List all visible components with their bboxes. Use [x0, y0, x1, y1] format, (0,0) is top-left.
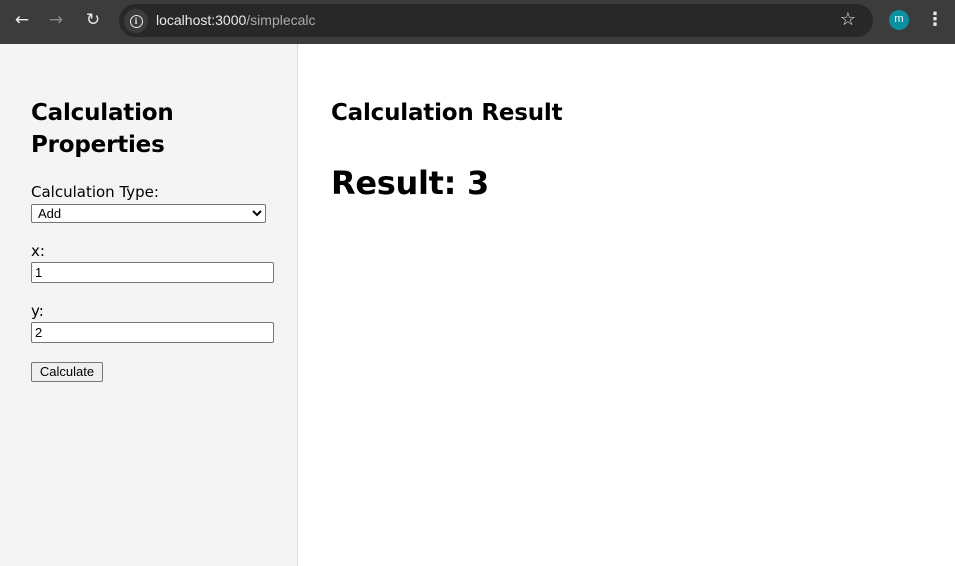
bookmark-star-icon[interactable]: ☆ — [837, 9, 859, 31]
url-path: /simplecalc — [246, 12, 316, 28]
reload-icon[interactable]: ↻ — [79, 8, 107, 32]
calc-type-select[interactable]: Add — [31, 204, 266, 223]
calculation-result-panel: Calculation Result Result: 3 — [299, 44, 955, 566]
y-input[interactable] — [31, 322, 274, 343]
y-label: y: — [31, 302, 44, 320]
result-heading: Calculation Result — [331, 100, 563, 126]
x-input[interactable] — [31, 262, 274, 283]
profile-avatar[interactable]: m — [889, 10, 909, 30]
calculate-button[interactable]: Calculate — [31, 362, 103, 382]
calc-type-label: Calculation Type: — [31, 183, 159, 201]
address-bar[interactable]: i localhost:3000/simplecalc ☆ — [119, 4, 873, 37]
browser-toolbar: ← → ↻ i localhost:3000/simplecalc ☆ m ⋮ — [0, 0, 955, 44]
page-content: Calculation Properties Calculation Type:… — [0, 44, 955, 566]
kebab-menu-icon[interactable]: ⋮ — [926, 10, 944, 32]
url-host: localhost:3000 — [156, 12, 247, 28]
forward-arrow-icon[interactable]: → — [42, 8, 70, 32]
site-info-button[interactable]: i — [124, 9, 148, 33]
sidebar-title: Calculation Properties — [31, 100, 174, 158]
back-arrow-icon[interactable]: ← — [8, 8, 36, 32]
result-value: Result: 3 — [331, 164, 489, 202]
calculation-properties-panel: Calculation Properties Calculation Type:… — [0, 44, 298, 566]
info-icon: i — [129, 14, 143, 28]
x-label: x: — [31, 242, 45, 260]
url-text[interactable]: localhost:3000/simplecalc — [156, 12, 316, 28]
